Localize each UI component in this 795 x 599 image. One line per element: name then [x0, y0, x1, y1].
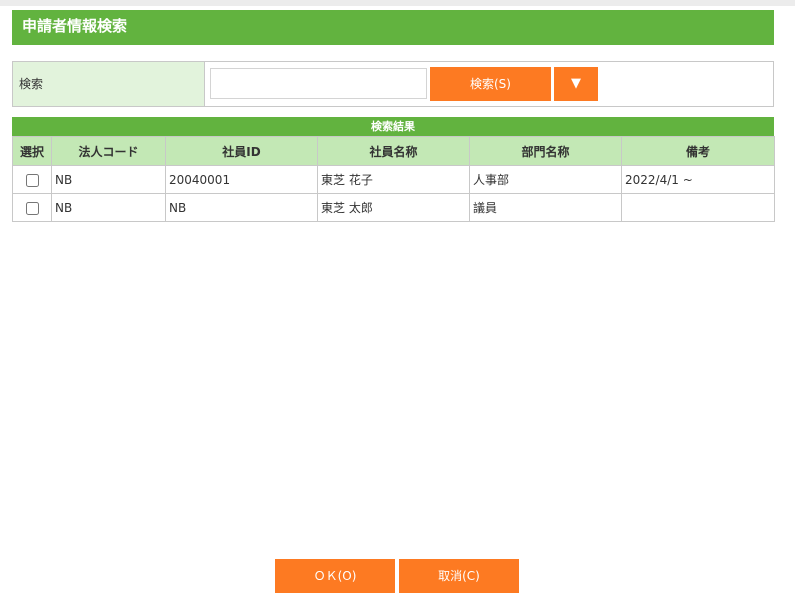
- search-button[interactable]: 検索(S): [430, 67, 551, 101]
- employee-name: 東芝 太郎: [317, 193, 470, 222]
- table-row[interactable]: NB 20040001 東芝 花子 人事部 2022/4/1 ~: [12, 165, 775, 194]
- employee-id: NB: [165, 193, 318, 222]
- ok-button[interactable]: ＯＫ(O): [275, 559, 395, 593]
- search-panel: 検索 検索(S) ▼: [12, 61, 774, 107]
- table-row[interactable]: NB NB 東芝 太郎 議員: [12, 193, 775, 222]
- department: 人事部: [469, 165, 622, 194]
- search-input[interactable]: [210, 68, 427, 99]
- department: 議員: [469, 193, 622, 222]
- employee-name: 東芝 花子: [317, 165, 470, 194]
- corp-code: NB: [51, 193, 166, 222]
- dropdown-button[interactable]: ▼: [554, 67, 598, 101]
- note: 2022/4/1 ~: [621, 165, 775, 194]
- row-checkbox[interactable]: [25, 201, 39, 215]
- col-select: 選択: [12, 136, 52, 166]
- cancel-button[interactable]: 取消(C): [399, 559, 519, 593]
- col-note: 備考: [621, 136, 775, 166]
- results-table: 選択 法人コード 社員ID 社員名称 部門名称 備考 NB 20040001 東…: [12, 136, 775, 222]
- table-header: 選択 法人コード 社員ID 社員名称 部門名称 備考: [12, 136, 775, 166]
- row-checkbox[interactable]: [25, 173, 39, 187]
- top-strip: [0, 0, 795, 6]
- corp-code: NB: [51, 165, 166, 194]
- col-corp-code: 法人コード: [51, 136, 166, 166]
- employee-id: 20040001: [165, 165, 318, 194]
- results-panel: 検索結果 選択 法人コード 社員ID 社員名称 部門名称 備考 NB 20040…: [12, 117, 775, 222]
- col-employee-id: 社員ID: [165, 136, 318, 166]
- col-department: 部門名称: [469, 136, 622, 166]
- page-title: 申請者情報検索: [12, 10, 774, 45]
- search-label: 検索: [13, 62, 205, 106]
- col-employee-name: 社員名称: [317, 136, 470, 166]
- note: [621, 193, 775, 222]
- results-heading: 検索結果: [12, 117, 774, 136]
